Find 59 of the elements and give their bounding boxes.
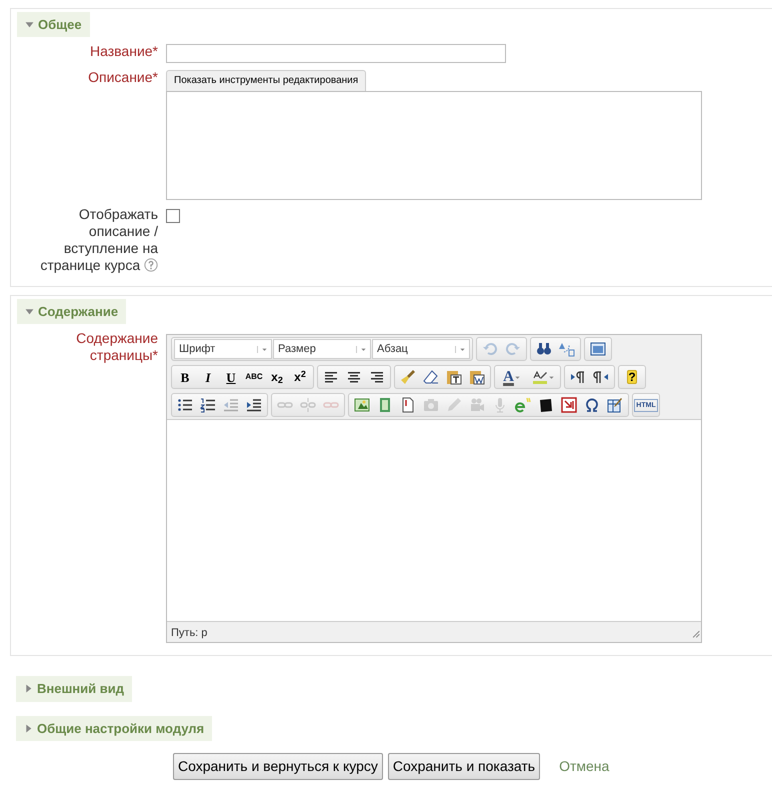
clipboard-icon[interactable] xyxy=(469,369,485,385)
cancel-link[interactable]: Отмена xyxy=(559,756,610,777)
caret-right-icon xyxy=(24,684,33,694)
caret-down-icon xyxy=(25,306,34,316)
strikethrough-button[interactable]: ABC xyxy=(243,367,265,387)
checkbox[interactable] xyxy=(166,208,180,223)
picture-icon[interactable] xyxy=(354,397,370,413)
field-label: Отображать описание / вступление на странице курса xyxy=(40,206,158,273)
field-label: Название* xyxy=(90,43,158,60)
highlighter-icon[interactable] xyxy=(532,369,548,385)
italic-button[interactable]: I xyxy=(197,367,219,387)
paragraph-ltr-icon[interactable] xyxy=(570,369,586,385)
binoculars-icon[interactable] xyxy=(536,341,552,357)
bulleted-list-icon[interactable] xyxy=(177,397,193,413)
eraser-icon[interactable] xyxy=(423,369,439,385)
indent-icon[interactable] xyxy=(246,397,262,413)
bold-button[interactable]: B xyxy=(174,367,196,387)
caret-right-icon xyxy=(24,724,33,733)
show-editing-tools-button[interactable]: Показать инструменты редактирования xyxy=(166,70,366,91)
subscript-button[interactable]: x$_{2}$ xyxy=(266,367,288,387)
underline-button[interactable]: U xyxy=(220,367,242,387)
equation-icon[interactable] xyxy=(515,397,531,413)
numbered-list-icon[interactable] xyxy=(200,397,216,413)
text-color-button[interactable]: A xyxy=(497,367,527,387)
section-title: Общие настройки модуля xyxy=(37,720,204,738)
submit-button[interactable]: Сохранить и вернуться к курсу xyxy=(173,753,383,780)
caret-icon xyxy=(514,374,521,380)
name-field[interactable] xyxy=(166,44,506,62)
submit-button[interactable]: Сохранить и показать xyxy=(388,753,540,780)
size-select[interactable]: Размер xyxy=(273,339,371,359)
align-center-icon[interactable] xyxy=(346,369,362,385)
superscript-button[interactable]: x$^{2}$ xyxy=(289,367,311,387)
replace-icon[interactable] xyxy=(559,341,575,357)
section-title: Общее xyxy=(38,16,82,34)
caret-down-icon xyxy=(25,20,34,29)
field-label: Содержание страницы* xyxy=(76,330,158,363)
film-icon[interactable] xyxy=(377,397,393,413)
section-title: Внешний вид xyxy=(37,680,124,698)
brush-icon[interactable] xyxy=(400,369,416,385)
caret-icon xyxy=(261,346,268,352)
help-button[interactable]: ? xyxy=(621,367,643,387)
edit-table-icon[interactable] xyxy=(607,397,623,413)
caret-icon xyxy=(360,346,367,352)
field-label: Описание* xyxy=(88,68,158,85)
omega-icon[interactable] xyxy=(584,397,600,413)
clipboard-icon[interactable] xyxy=(446,369,462,385)
align-right-icon[interactable] xyxy=(369,369,385,385)
description-field[interactable] xyxy=(166,90,702,200)
caret-icon xyxy=(548,374,554,380)
window-icon[interactable] xyxy=(590,341,606,357)
path-label: Путь: p xyxy=(171,627,208,639)
caret-icon xyxy=(459,346,466,352)
format-select[interactable]: Абзац xyxy=(372,339,470,359)
section-title: Содержание xyxy=(38,302,118,321)
paragraph-rtl-icon[interactable] xyxy=(593,369,609,385)
align-left-icon[interactable] xyxy=(323,369,339,385)
framed-arrow-icon[interactable] xyxy=(561,397,577,413)
document-icon[interactable] xyxy=(400,397,416,413)
font-select[interactable]: Шрифт xyxy=(174,339,272,359)
